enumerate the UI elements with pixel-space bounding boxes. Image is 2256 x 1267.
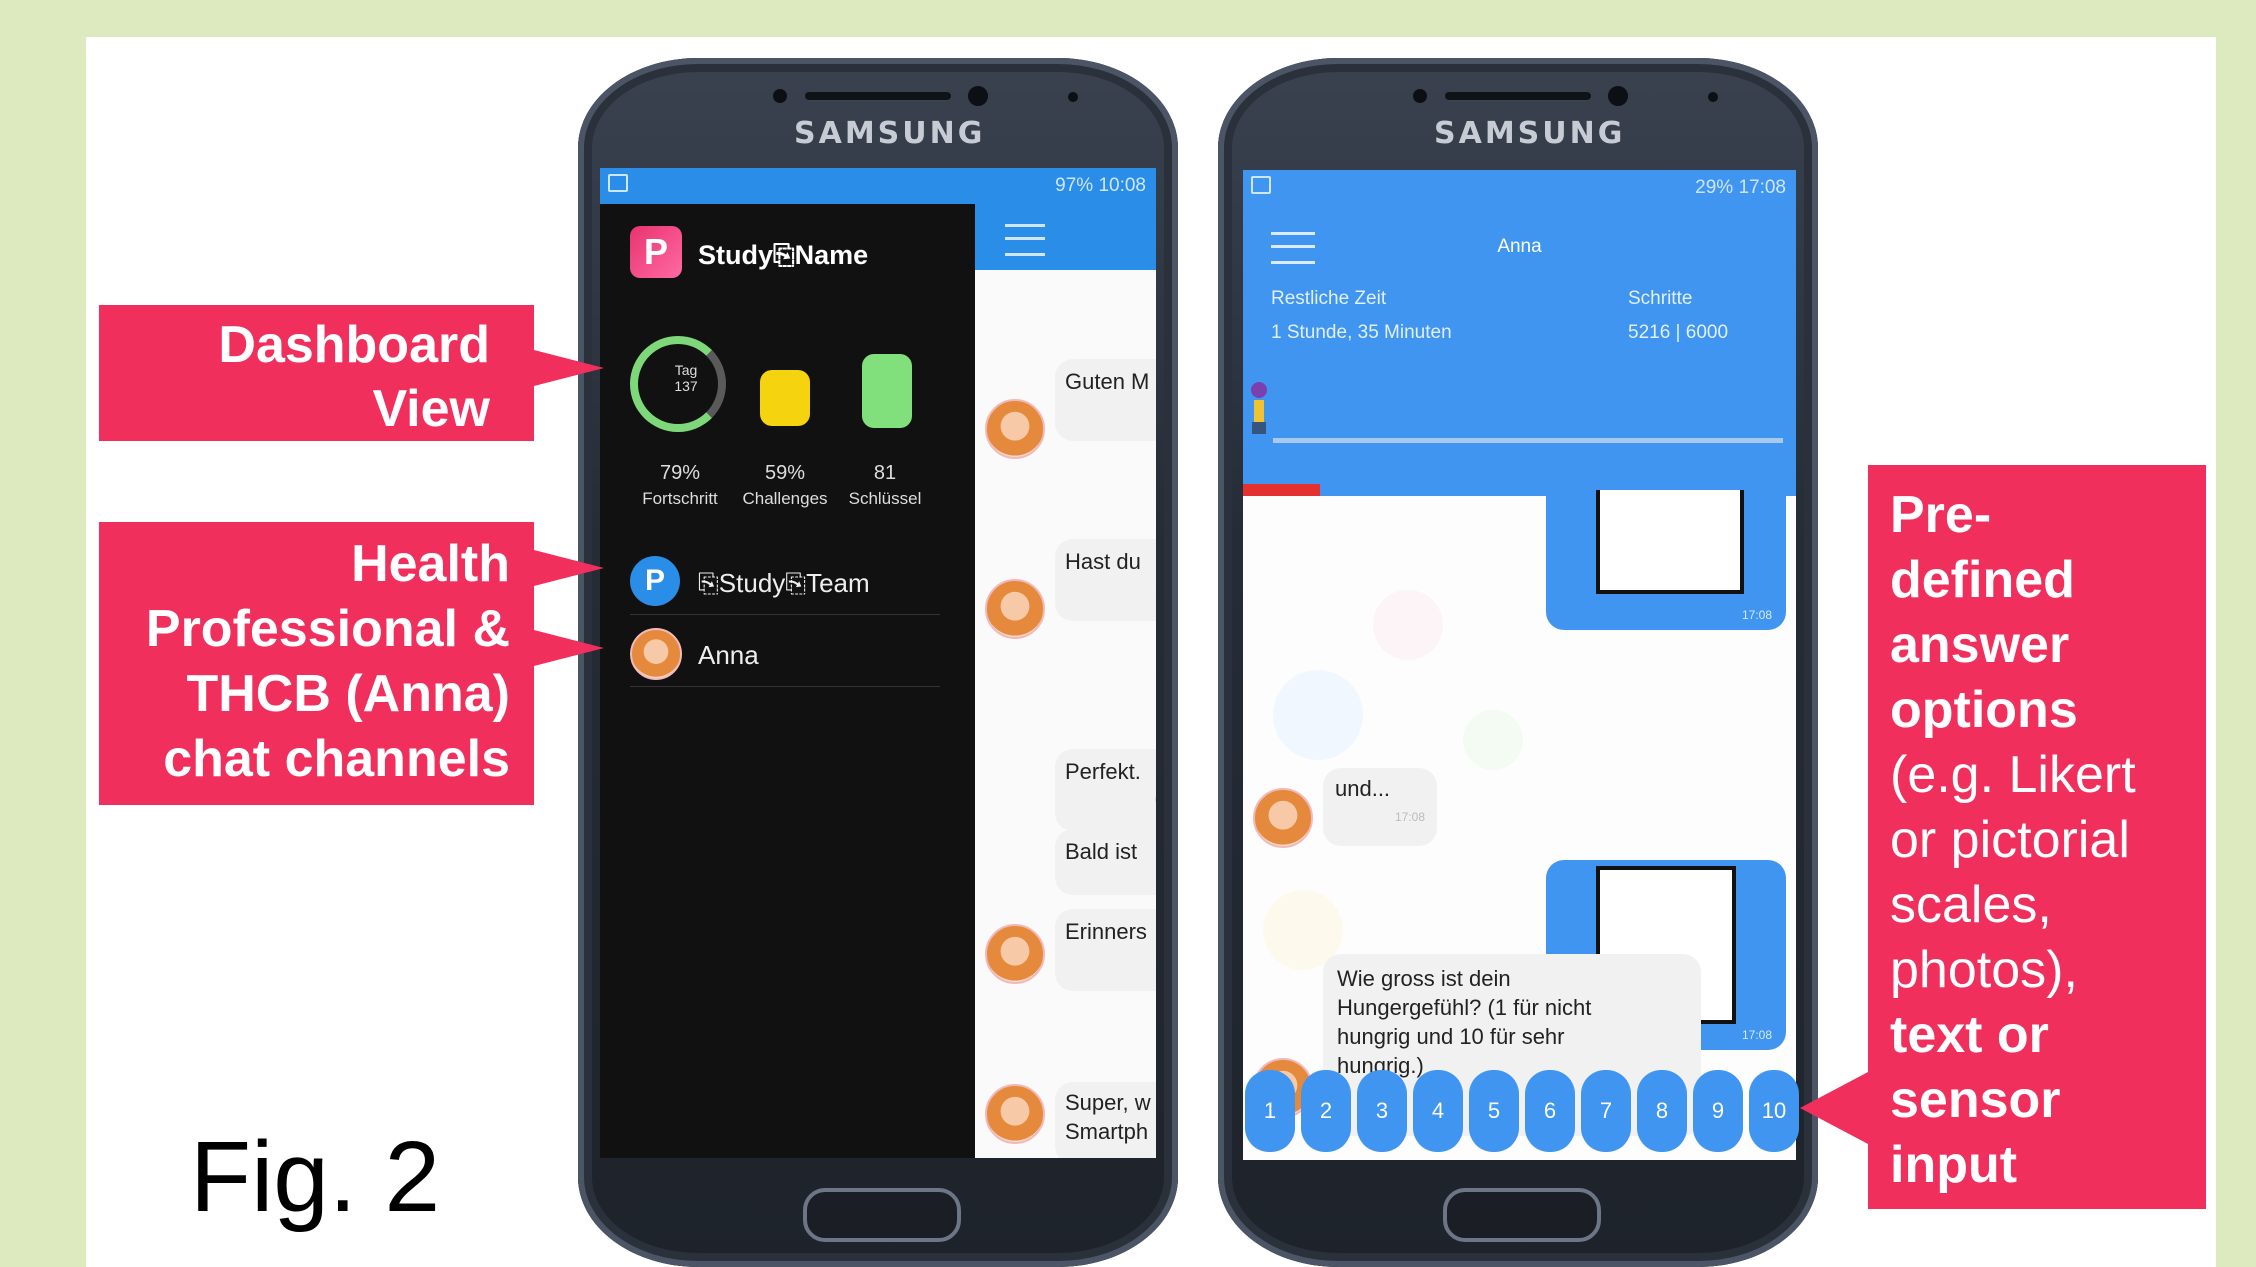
- callout-dashboard: Dashboard View: [99, 305, 534, 441]
- status-text: 97% 10:08: [1055, 175, 1146, 196]
- menu-icon[interactable]: [1005, 224, 1045, 256]
- callout-arrow: [1800, 1072, 1868, 1144]
- callout-answer-options: Pre- defined answer options (e.g. Likert…: [1868, 465, 2206, 1209]
- step-progress-bar: [1243, 484, 1321, 496]
- earpiece: [803, 90, 953, 102]
- answer-button-2[interactable]: 2: [1301, 1070, 1351, 1152]
- answer-button-8[interactable]: 8: [1637, 1070, 1687, 1152]
- steps-label: Schritte: [1628, 288, 1693, 309]
- steps-value: 5216 | 6000: [1628, 322, 1729, 343]
- sensor-dot: [1413, 89, 1427, 103]
- background-dot: [1273, 670, 1363, 760]
- answer-button-9[interactable]: 9: [1693, 1070, 1743, 1152]
- chat-bubble: Erinners: [1055, 909, 1156, 991]
- notification-icon: [608, 174, 628, 192]
- front-camera: [968, 86, 988, 106]
- ring-label: Tag 137: [674, 362, 698, 394]
- status-text: 29% 17:08: [1695, 177, 1786, 198]
- screen-right: 29% 17:08 Anna Restliche Zeit 1 Stunde, …: [1243, 170, 1796, 1160]
- chat-bubble: Perfekt.08:36: [1055, 749, 1156, 831]
- app-name: Study⎘Name: [698, 240, 869, 270]
- keys-indicator: [862, 354, 912, 428]
- app-logo: P: [630, 226, 682, 278]
- timestamp: 17:08: [1741, 608, 1772, 622]
- chat-bubble: Bald ist: [1055, 829, 1156, 895]
- answer-button-3[interactable]: 3: [1357, 1070, 1407, 1152]
- sensor-dot: [1068, 92, 1078, 102]
- answer-button-10[interactable]: 10: [1749, 1070, 1799, 1152]
- sensor-dot: [773, 89, 787, 103]
- study-team-logo: P: [630, 556, 680, 606]
- chat-bubble: Super, w Smartph: [1055, 1082, 1156, 1158]
- chat-bubble: Guten M: [1055, 359, 1156, 441]
- callout-arrow: [534, 550, 604, 586]
- figure-label: Fig. 2: [190, 1121, 441, 1233]
- callout-health: Health Professional & THCB (Anna) chat chan…: [99, 522, 534, 805]
- sensor-dot: [1708, 92, 1718, 102]
- anna-avatar: [1253, 788, 1313, 848]
- channel-anna[interactable]: Anna: [630, 626, 940, 687]
- screen-left: 97% 10:08 Guten M Hast du Perfekt.08:36 …: [600, 168, 1156, 1158]
- channel-label: ⎘Study⎘Team: [698, 568, 870, 598]
- chat-background: Guten M Hast du Perfekt.08:36 Bald ist E…: [975, 204, 1156, 1158]
- pictorial-scale-image: [1596, 490, 1744, 594]
- answer-button-4[interactable]: 4: [1413, 1070, 1463, 1152]
- anna-avatar: [630, 628, 682, 680]
- step-progress-track: [1273, 438, 1783, 443]
- phone-left: SAMSUNG 97% 10:08 Guten M Hast du Perfek…: [578, 58, 1178, 1267]
- incoming-bubble: und... 17:08: [1323, 768, 1437, 846]
- callout-arrow: [534, 630, 604, 666]
- brand-logo: SAMSUNG: [794, 116, 986, 151]
- notification-icon: [1251, 176, 1271, 194]
- stat-progress: 79% Fortschritt: [642, 462, 718, 508]
- home-button[interactable]: [1443, 1188, 1601, 1242]
- brand-logo: SAMSUNG: [1434, 116, 1626, 151]
- navigation-drawer: P Study⎘Name Tag 137 79% Fortschritt 59% …: [600, 204, 975, 1158]
- chat-header: Anna Restliche Zeit 1 Stunde, 35 Minuten…: [1243, 206, 1796, 496]
- avatar: [985, 924, 1045, 984]
- answer-button-6[interactable]: 6: [1525, 1070, 1575, 1152]
- remaining-label: Restliche Zeit: [1271, 288, 1387, 309]
- channel-study-team[interactable]: P ⎘Study⎘Team: [630, 554, 940, 615]
- avatar: [985, 579, 1045, 639]
- answer-button-5[interactable]: 5: [1469, 1070, 1519, 1152]
- front-camera: [1608, 86, 1628, 106]
- channel-label: Anna: [698, 640, 759, 670]
- outgoing-image-bubble: 17:08: [1546, 490, 1786, 630]
- stat-keys: 81 Schlüssel: [848, 462, 922, 508]
- chat-bubble: Hast du: [1055, 539, 1156, 621]
- avatar: [985, 399, 1045, 459]
- chat-header: [975, 204, 1156, 270]
- chat-title: Anna: [1497, 236, 1542, 257]
- avatar: [985, 1084, 1045, 1144]
- status-bar: 97% 10:08: [600, 168, 1156, 204]
- home-button[interactable]: [803, 1188, 961, 1242]
- status-bar: 29% 17:08: [1243, 170, 1796, 206]
- remaining-value: 1 Stunde, 35 Minuten: [1271, 322, 1452, 343]
- background-dot: [1373, 590, 1443, 660]
- challenges-indicator: [760, 370, 810, 426]
- answer-button-1[interactable]: 1: [1245, 1070, 1295, 1152]
- timestamp: 17:08: [1741, 1028, 1772, 1042]
- earpiece: [1443, 90, 1593, 102]
- background-dot: [1463, 710, 1523, 770]
- walker-icon: [1249, 382, 1269, 438]
- answer-button-7[interactable]: 7: [1581, 1070, 1631, 1152]
- callout-arrow: [534, 350, 604, 386]
